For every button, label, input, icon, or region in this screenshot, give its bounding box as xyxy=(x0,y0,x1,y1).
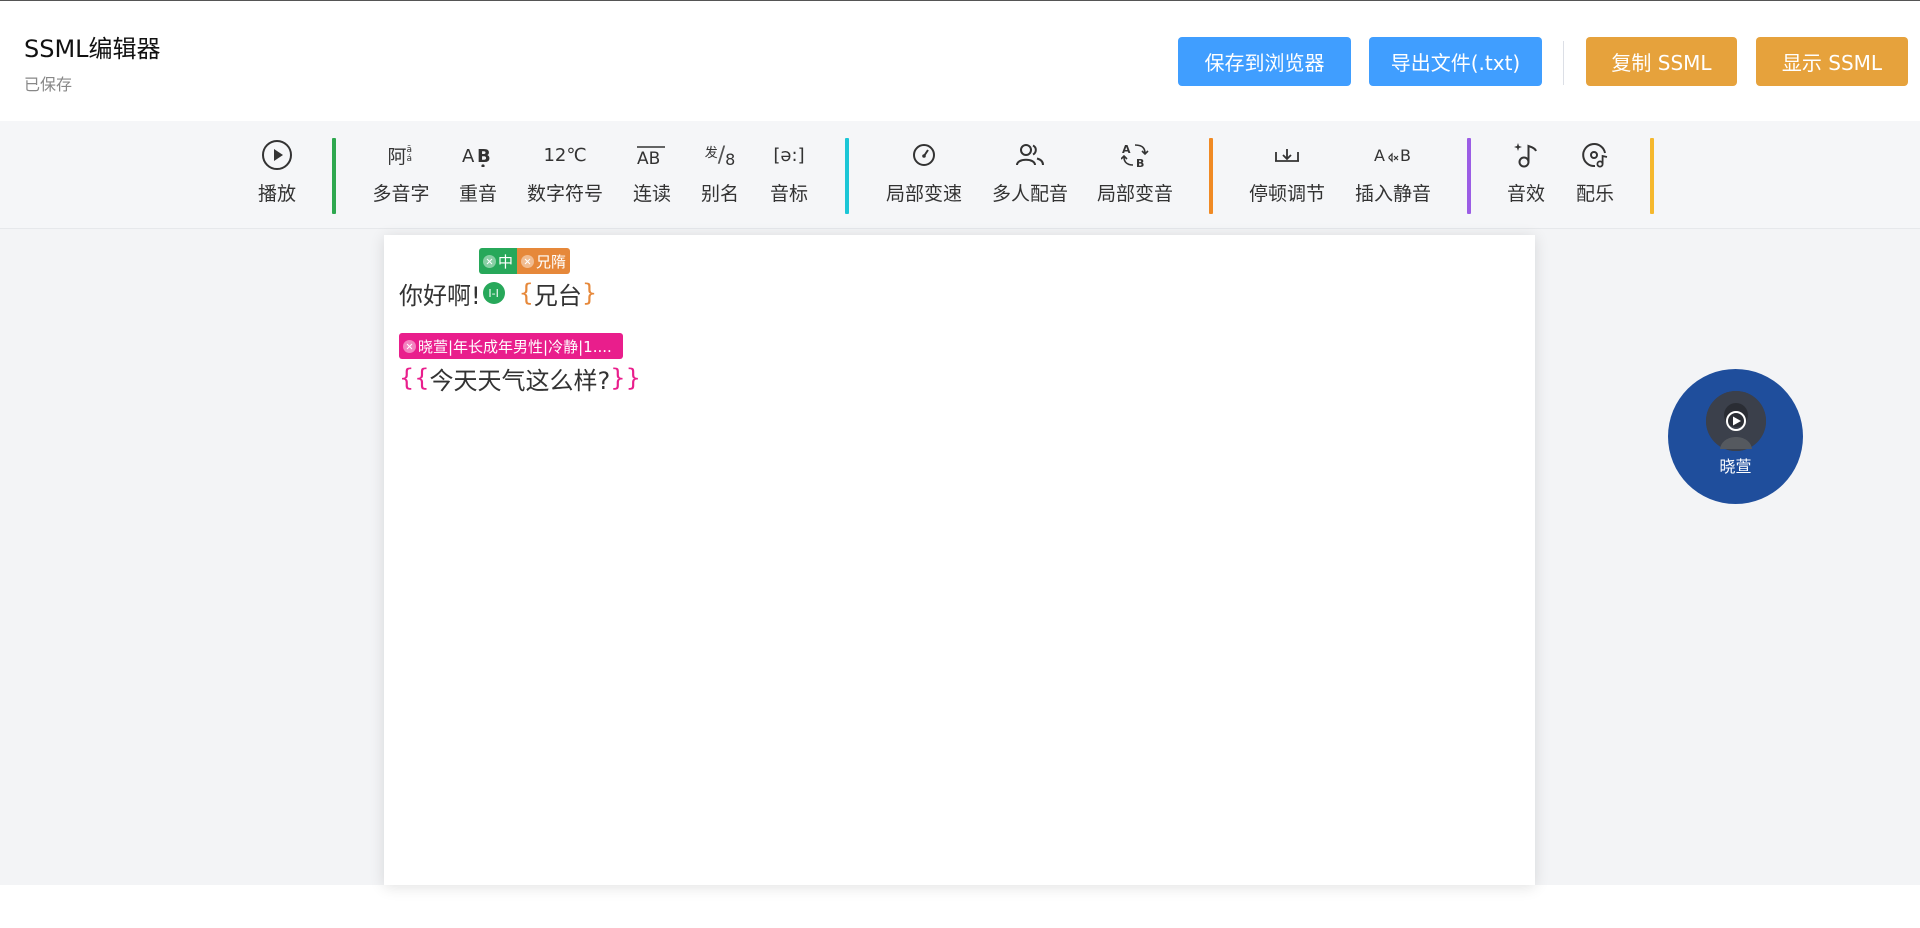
alias-text: 兄台 xyxy=(533,281,582,310)
editor-line-2: {{ 今天天气这么样? }} xyxy=(399,361,641,395)
tool-polyphone[interactable]: 阿āá 多音字 xyxy=(370,139,432,206)
pause-marker-icon[interactable]: I-I xyxy=(482,282,505,304)
tool-local-speed-label: 局部变速 xyxy=(885,183,962,205)
tool-pause-adjust[interactable]: 停顿调节 xyxy=(1246,139,1328,206)
tool-polyphone-label: 多音字 xyxy=(372,183,430,205)
speaker-float-button[interactable]: 晓萱 xyxy=(1668,369,1803,504)
alias-tag[interactable]: 兄隋 xyxy=(517,248,571,274)
tool-sound-effect-label: 音效 xyxy=(1506,183,1545,205)
insert-silence-icon: AB xyxy=(1374,139,1412,171)
header: SSML编辑器 已保存 保存到浏览器 导出文件(.txt) 复制 SSML 显示… xyxy=(0,1,1920,121)
tool-multi-voice[interactable]: 多人配音 xyxy=(989,139,1071,206)
remove-icon[interactable] xyxy=(483,254,496,268)
tool-number-symbol[interactable]: 12℃ 数字符号 xyxy=(524,139,606,206)
save-to-browser-button[interactable]: 保存到浏览器 xyxy=(1178,37,1351,86)
group-divider-green xyxy=(332,138,336,214)
svg-text:B: B xyxy=(477,146,491,167)
voice-tag[interactable]: 晓萱|年长成年男性|冷静|1.... xyxy=(399,333,623,359)
speaker-name: 晓萱 xyxy=(1719,456,1752,476)
liaison-icon: AB xyxy=(635,139,669,171)
tool-number-symbol-label: 数字符号 xyxy=(526,183,603,205)
stress-icon: AB xyxy=(461,139,495,171)
svg-text:AB: AB xyxy=(637,149,660,167)
copy-ssml-button[interactable]: 复制 SSML xyxy=(1586,37,1737,86)
group-divider-orange xyxy=(1209,138,1213,214)
users-icon xyxy=(1016,139,1044,171)
tool-local-speed[interactable]: 局部变速 xyxy=(883,139,965,206)
voiced-text: 今天天气这么样? xyxy=(429,366,611,395)
group-divider-purple xyxy=(1467,138,1471,214)
tool-insert-silence-label: 插入静音 xyxy=(1354,183,1431,205)
tool-phonetic[interactable]: [ə:] 音标 xyxy=(768,139,810,206)
tool-alias-label: 别名 xyxy=(700,183,739,205)
swap-ab-icon: AB xyxy=(1121,139,1149,171)
tool-sound-effect[interactable]: 音效 xyxy=(1505,139,1547,206)
svg-text:A: A xyxy=(462,146,475,167)
tool-liaison-label: 连读 xyxy=(632,183,671,205)
tool-multi-voice-label: 多人配音 xyxy=(991,183,1068,205)
tool-stress-label: 重音 xyxy=(458,183,497,205)
tool-pause-adjust-label: 停顿调节 xyxy=(1248,183,1325,205)
music-disc-icon xyxy=(1581,139,1609,171)
svg-text:A: A xyxy=(1122,143,1131,156)
app-title: SSML编辑器 xyxy=(24,35,161,63)
music-note-sparkle-icon xyxy=(1513,139,1539,171)
polyphone-icon: 阿āá xyxy=(387,145,413,168)
alias-icon: 发/8 xyxy=(704,142,736,169)
group-divider-yellow xyxy=(1650,138,1654,214)
tool-phonetic-label: 音标 xyxy=(769,183,808,205)
export-file-button[interactable]: 导出文件(.txt) xyxy=(1369,37,1542,86)
show-ssml-button[interactable]: 显示 SSML xyxy=(1756,37,1908,86)
tool-insert-silence[interactable]: AB 插入静音 xyxy=(1352,139,1434,206)
ssml-editor[interactable]: 中 兄隋 你好啊! I-I { 兄台 } 晓萱|年长成年男性|冷静|1.... … xyxy=(384,235,1535,885)
tool-liaison[interactable]: AB 连读 xyxy=(631,139,673,206)
tool-local-pitch[interactable]: AB 局部变音 xyxy=(1094,139,1176,206)
group-divider-cyan xyxy=(845,138,849,214)
svg-text:B: B xyxy=(1400,146,1411,165)
play-icon xyxy=(261,139,293,171)
pause-tag[interactable]: 中 xyxy=(479,248,518,274)
speedometer-icon xyxy=(911,139,937,171)
save-status: 已保存 xyxy=(24,75,73,94)
tool-alias[interactable]: 发/8 别名 xyxy=(699,139,741,206)
tool-play-label: 播放 xyxy=(257,183,296,205)
phonetic-icon: [ə:] xyxy=(773,144,805,166)
editor-line-1: 你好啊! I-I { 兄台 } xyxy=(399,276,597,310)
svg-text:B: B xyxy=(1136,157,1144,169)
remove-icon[interactable] xyxy=(521,254,534,268)
speaker-avatar xyxy=(1705,390,1766,451)
text-segment: 你好啊! xyxy=(399,281,481,310)
tool-bgm[interactable]: 配乐 xyxy=(1574,139,1616,206)
tool-play[interactable]: 播放 xyxy=(256,139,298,206)
tool-bgm-label: 配乐 xyxy=(1575,183,1614,205)
svg-text:A: A xyxy=(1374,146,1385,165)
header-divider xyxy=(1563,41,1564,85)
number-symbol-icon: 12℃ xyxy=(543,144,587,166)
remove-icon[interactable] xyxy=(403,339,416,353)
tool-local-pitch-label: 局部变音 xyxy=(1096,183,1173,205)
toolbar: 播放 阿āá 多音字 AB 重音 12℃ 数字符号 AB 连读 发/8 别名 [… xyxy=(0,121,1920,229)
pause-adjust-icon xyxy=(1273,139,1301,171)
tool-stress[interactable]: AB 重音 xyxy=(457,139,499,206)
